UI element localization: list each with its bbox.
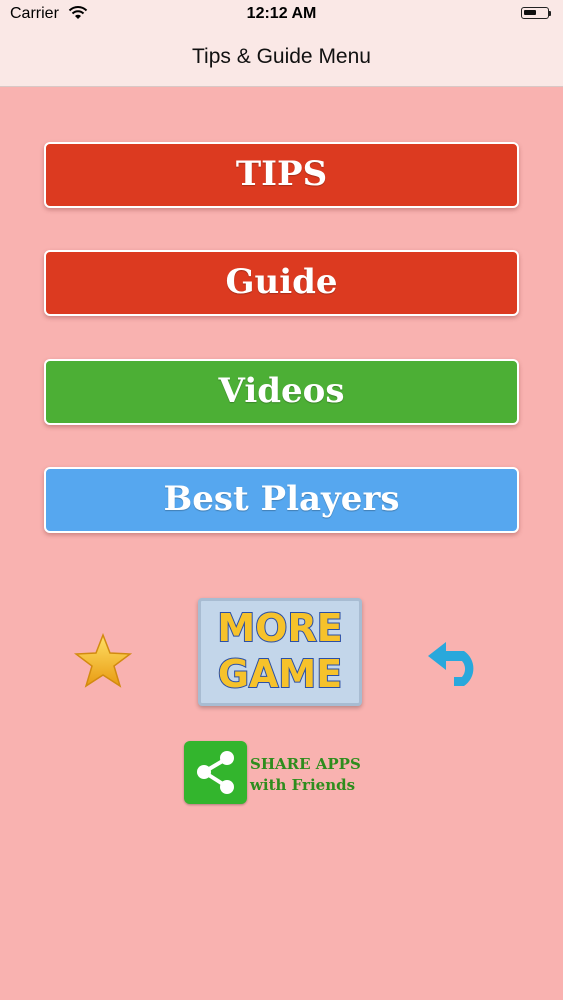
page-title: Tips & Guide Menu [192,45,371,68]
share-line2: with Friends [250,776,356,794]
more-game-line1: MORE [216,605,343,651]
share-line1: SHARE APPS [250,755,361,773]
share-icon[interactable] [184,741,247,804]
clock: 12:12 AM [246,5,317,22]
battery-icon [521,7,549,19]
more-game-button[interactable]: MORE GAME [198,598,362,706]
navigation-bar: Tips & Guide Menu [0,28,563,87]
guide-button[interactable]: Guide [44,250,519,316]
videos-button[interactable]: Videos [44,359,519,425]
share-apps-label[interactable]: SHARE APPS with Friends [250,754,361,796]
more-game-line2: GAME [217,651,343,697]
battery-cap [549,11,551,16]
battery-level [524,10,536,15]
best-players-button[interactable]: Best Players [44,467,519,533]
back-arrow-icon[interactable] [424,632,494,695]
star-icon[interactable] [73,632,133,694]
status-bar: Carrier 12:12 AM [0,0,563,28]
tips-button[interactable]: TIPS [44,142,519,208]
